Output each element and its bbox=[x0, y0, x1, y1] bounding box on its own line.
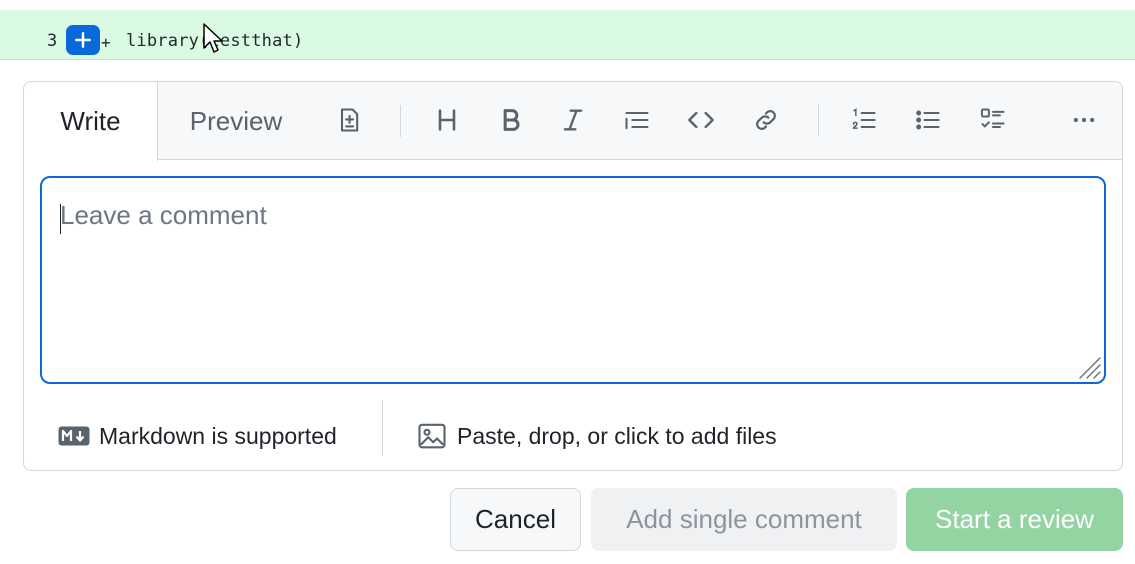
comment-editor: Write Preview Leave a comment Markdown i… bbox=[23, 81, 1123, 471]
line-number: 3 bbox=[47, 31, 58, 51]
unordered-list-button[interactable] bbox=[908, 100, 948, 140]
code-button[interactable] bbox=[681, 100, 721, 140]
italic-button[interactable] bbox=[553, 100, 593, 140]
more-options-icon bbox=[1073, 117, 1095, 123]
link-icon bbox=[756, 110, 776, 130]
unordered-list-icon bbox=[916, 110, 940, 130]
toolbar-divider bbox=[818, 105, 819, 137]
heading-button[interactable] bbox=[427, 100, 467, 140]
attach-files-button[interactable]: Paste, drop, or click to add files bbox=[416, 400, 777, 470]
numbered-list-button[interactable] bbox=[844, 100, 884, 140]
markdown-hint[interactable]: Markdown is supported bbox=[58, 400, 337, 470]
diff-line-above bbox=[0, 0, 1135, 10]
code-icon bbox=[688, 111, 714, 129]
start-review-button[interactable]: Start a review bbox=[906, 488, 1123, 551]
mouse-cursor-icon bbox=[203, 23, 223, 53]
quote-button[interactable] bbox=[617, 100, 657, 140]
add-line-comment-button[interactable] bbox=[66, 25, 100, 55]
link-button[interactable] bbox=[746, 100, 786, 140]
add-suggestion-button[interactable] bbox=[329, 100, 369, 140]
toolbar-divider bbox=[400, 105, 401, 137]
markdown-hint-label: Markdown is supported bbox=[99, 422, 337, 449]
cancel-button[interactable]: Cancel bbox=[450, 488, 581, 551]
image-icon bbox=[418, 423, 446, 449]
diff-line: 3 + library(testthat) bbox=[0, 0, 1135, 60]
bold-button[interactable] bbox=[491, 100, 531, 140]
diff-add-marker: + bbox=[101, 33, 111, 52]
comment-textarea-wrapper bbox=[40, 176, 1106, 384]
task-list-icon bbox=[980, 108, 1005, 128]
tab-preview[interactable]: Preview bbox=[171, 82, 301, 160]
add-suggestion-icon bbox=[340, 108, 359, 132]
attach-files-label: Paste, drop, or click to add files bbox=[457, 422, 777, 449]
editor-tabbar: Write Preview bbox=[24, 82, 1122, 161]
task-list-button[interactable] bbox=[973, 100, 1013, 140]
tab-write[interactable]: Write bbox=[24, 82, 158, 161]
text-caret bbox=[60, 204, 61, 234]
heading-icon bbox=[438, 109, 456, 131]
markdown-icon bbox=[58, 426, 90, 446]
more-options-button[interactable] bbox=[1064, 100, 1104, 140]
plus-icon bbox=[75, 32, 91, 48]
bold-icon bbox=[503, 109, 520, 131]
quote-icon bbox=[625, 111, 649, 130]
numbered-list-icon bbox=[852, 108, 876, 129]
resize-handle-icon[interactable] bbox=[1072, 350, 1102, 380]
editor-footer: Markdown is supported Paste, drop, or cl… bbox=[24, 400, 1122, 470]
footer-divider bbox=[382, 400, 383, 456]
italic-icon bbox=[563, 109, 583, 131]
comment-textarea[interactable] bbox=[42, 178, 1104, 382]
add-single-comment-button[interactable]: Add single comment bbox=[591, 488, 897, 551]
